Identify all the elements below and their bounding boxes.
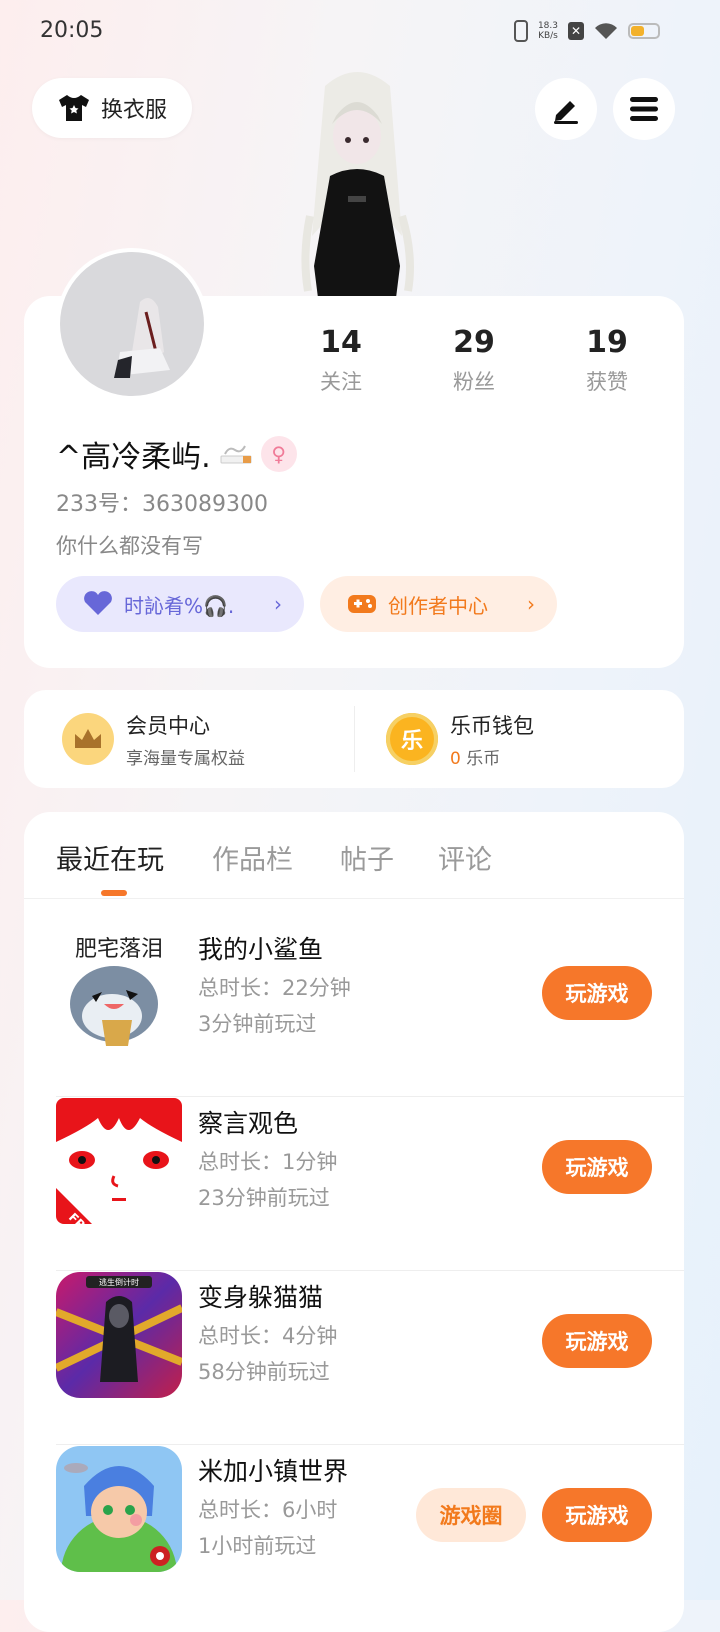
coin-wallet-title: 乐币钱包 <box>450 713 534 738</box>
game-last-played: 3分钟前玩过 <box>198 1012 317 1036</box>
game-play-duration: 总时长：4分钟 <box>198 1324 338 1348</box>
menu-icon <box>630 97 658 121</box>
gamepad-icon <box>348 595 376 613</box>
game-last-played: 58分钟前玩过 <box>198 1360 330 1384</box>
list-item[interactable]: 米加小镇世界 总时长：6小时 1小时前玩过 游戏圈 玩游戏 <box>56 1446 684 1619</box>
game-last-played: 23分钟前玩过 <box>198 1186 330 1210</box>
game-circle-button[interactable]: 游戏圈 <box>416 1488 526 1542</box>
game-title: 米加小镇世界 <box>198 1457 349 1486</box>
game-thumbnail[interactable]: FREE <box>56 1098 182 1224</box>
creator-center-button[interactable]: 创作者中心 › <box>320 576 557 632</box>
list-item[interactable]: FREE 察言观色 总时长：1分钟 23分钟前玩过 玩游戏 <box>56 1098 684 1271</box>
member-center-entry[interactable]: 会员中心 享海量专属权益 <box>62 690 245 788</box>
cigarette-emoji-icon <box>220 445 252 464</box>
game-title: 察言观色 <box>198 1109 299 1138</box>
status-pill-label: 时訫肴%🎧. <box>124 593 235 618</box>
status-pill-button[interactable]: 时訫肴%🎧. › <box>56 576 304 632</box>
member-center-title: 会员中心 <box>126 713 210 738</box>
edit-profile-button[interactable] <box>535 78 597 140</box>
coin-icon: 乐 <box>386 713 438 765</box>
member-center-subtitle: 享海量专属权益 <box>126 748 245 769</box>
no-sim-icon: ✕ <box>568 22 584 40</box>
chevron-right-icon: › <box>274 592 282 616</box>
creator-center-label: 创作者中心 <box>388 593 488 618</box>
divider <box>24 898 684 899</box>
nickname-row: ^高冷柔屿. ♀ <box>56 432 297 476</box>
svg-text:肥宅落泪: 肥宅落泪 <box>75 937 163 962</box>
play-game-button[interactable]: 玩游戏 <box>542 1314 652 1368</box>
stat-followers[interactable]: 29 粉丝 <box>414 325 534 396</box>
game-last-played: 1小时前玩过 <box>198 1534 317 1558</box>
play-game-button[interactable]: 玩游戏 <box>542 966 652 1020</box>
battery-icon <box>628 23 660 39</box>
nickname: ^高冷柔屿. <box>56 440 211 475</box>
chevron-right-icon: › <box>527 592 535 616</box>
tab-comments[interactable]: 评论 <box>438 838 492 877</box>
divider <box>354 706 355 772</box>
game-title: 变身躲猫猫 <box>198 1283 324 1312</box>
game-thumbnail[interactable]: 肥宅落泪 <box>56 924 182 1050</box>
shirt-icon <box>58 95 89 121</box>
coin-amount: 0 <box>450 748 461 769</box>
game-thumbnail[interactable] <box>56 1446 182 1572</box>
heart-icon <box>84 591 112 615</box>
game-play-duration: 总时长：1分钟 <box>198 1150 338 1174</box>
wifi-icon <box>594 22 618 40</box>
game-play-duration: 总时长：22分钟 <box>198 976 351 1000</box>
menu-button[interactable] <box>613 78 675 140</box>
tab-posts[interactable]: 帖子 <box>340 838 394 877</box>
avatar[interactable] <box>56 248 208 400</box>
avatar-character-image[interactable] <box>290 66 425 298</box>
change-clothes-button[interactable]: 换衣服 <box>32 78 192 138</box>
gender-female-icon: ♀ <box>260 436 297 472</box>
active-tab-indicator <box>101 890 127 896</box>
coin-wallet-entry[interactable]: 乐 乐币钱包 0 乐币 <box>386 690 534 788</box>
divider <box>56 1444 684 1445</box>
user-id: 233号：363089300 <box>56 492 268 517</box>
coin-balance: 0 乐币 <box>450 744 534 769</box>
coin-unit: 乐币 <box>466 748 501 769</box>
game-title: 我的小鲨鱼 <box>198 935 324 964</box>
list-item[interactable]: 逃生倒计时 变身躲猫猫 总时长：4分钟 58分钟前玩过 玩游戏 <box>56 1272 684 1445</box>
game-thumbnail[interactable]: 逃生倒计时 <box>56 1272 182 1398</box>
divider <box>56 1270 684 1271</box>
change-clothes-label: 换衣服 <box>100 98 167 123</box>
list-item[interactable]: 肥宅落泪 我的小鲨鱼 总时长：22分钟 3分钟前玩过 玩游戏 <box>56 924 684 1097</box>
play-game-button[interactable]: 玩游戏 <box>542 1140 652 1194</box>
play-game-button[interactable]: 玩游戏 <box>542 1488 652 1542</box>
tab-recently-played[interactable]: 最近在玩 <box>56 838 164 877</box>
stat-following[interactable]: 14 关注 <box>281 325 401 396</box>
status-time: 20:05 <box>40 18 104 43</box>
svg-text:逃生倒计时: 逃生倒计时 <box>99 1277 139 1287</box>
crown-icon <box>62 713 114 765</box>
vibrate-icon <box>513 20 528 42</box>
pencil-icon <box>554 101 578 124</box>
tab-works[interactable]: 作品栏 <box>212 838 293 877</box>
divider <box>56 1096 684 1097</box>
bio-text[interactable]: 你什么都没有写 <box>56 530 203 560</box>
status-icons: 18.3 KB/s ✕ <box>513 20 660 42</box>
stat-likes[interactable]: 19 获赞 <box>547 325 667 396</box>
network-speed: 18.3 KB/s <box>537 21 558 41</box>
game-play-duration: 总时长：6小时 <box>198 1498 338 1522</box>
